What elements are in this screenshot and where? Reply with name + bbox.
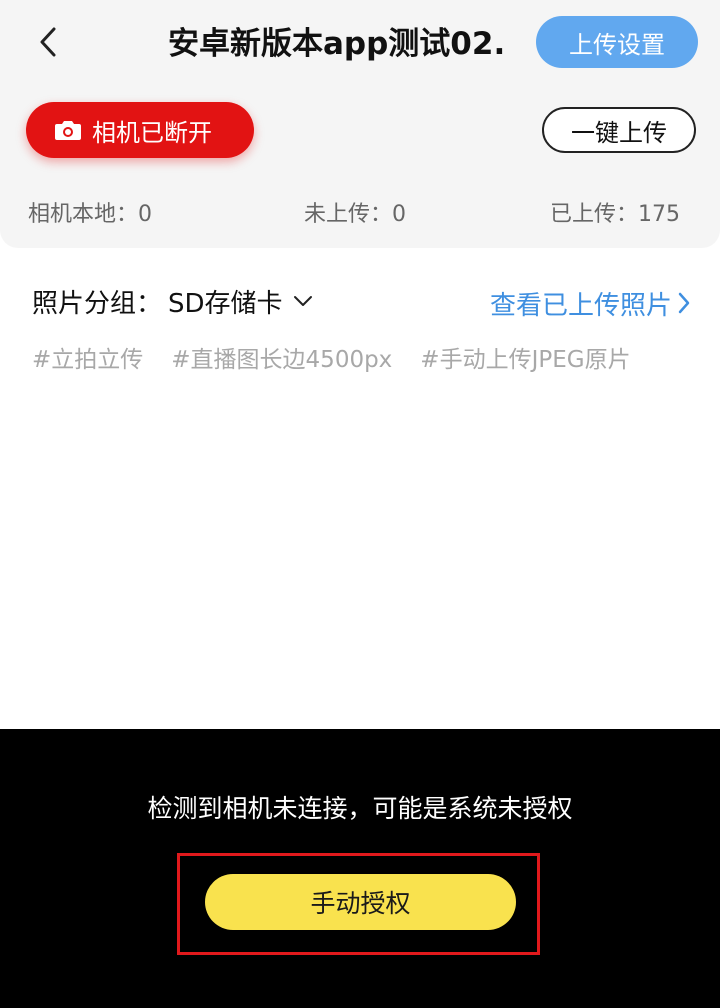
app-screen: 安卓新版本app测试02. 上传设置 相机已断开 一键上传 相机本地：0 未上传… (0, 0, 720, 1008)
camera-disconnected-panel: 检测到相机未连接，可能是系统未授权 手动授权 (0, 729, 720, 1008)
view-uploaded-label: 查看已上传照片 (489, 290, 672, 321)
photo-group-label: 照片分组： (32, 288, 163, 319)
chevron-down-icon (293, 290, 315, 312)
disconnect-notice: 检测到相机未连接，可能是系统未授权 (147, 794, 573, 823)
chevron-right-icon (678, 292, 690, 314)
page-title: 安卓新版本app测试02. (168, 26, 506, 62)
tag-list: #立拍立传 #直播图长边4500px #手动上传JPEG原片 (32, 340, 631, 374)
header-card: 安卓新版本app测试02. 上传设置 相机已断开 一键上传 相机本地：0 未上传… (0, 0, 720, 248)
tag-item: #直播图长边4500px (171, 347, 393, 373)
pending-upload-count: 未上传：0 (304, 202, 406, 227)
back-button[interactable] (28, 22, 68, 62)
view-uploaded-photos-link[interactable]: 查看已上传照片 (490, 282, 690, 324)
chevron-left-icon (40, 27, 56, 57)
upload-settings-button[interactable]: 上传设置 (536, 16, 698, 68)
tag-item: #立拍立传 (32, 347, 144, 373)
manual-authorize-button[interactable]: 手动授权 (205, 874, 516, 930)
uploaded-count: 已上传：175 (550, 202, 680, 227)
one-click-upload-button[interactable]: 一键上传 (542, 107, 696, 153)
tag-item: #手动上传JPEG原片 (420, 347, 631, 373)
photo-group-selector[interactable]: 照片分组： SD存储卡 (32, 280, 315, 322)
camera-status-label: 相机已断开 (92, 118, 212, 147)
photo-group-value: SD存储卡 (168, 288, 283, 319)
camera-status-button[interactable]: 相机已断开 (26, 102, 254, 158)
camera-local-count: 相机本地：0 (28, 202, 152, 227)
camera-icon (54, 118, 82, 142)
